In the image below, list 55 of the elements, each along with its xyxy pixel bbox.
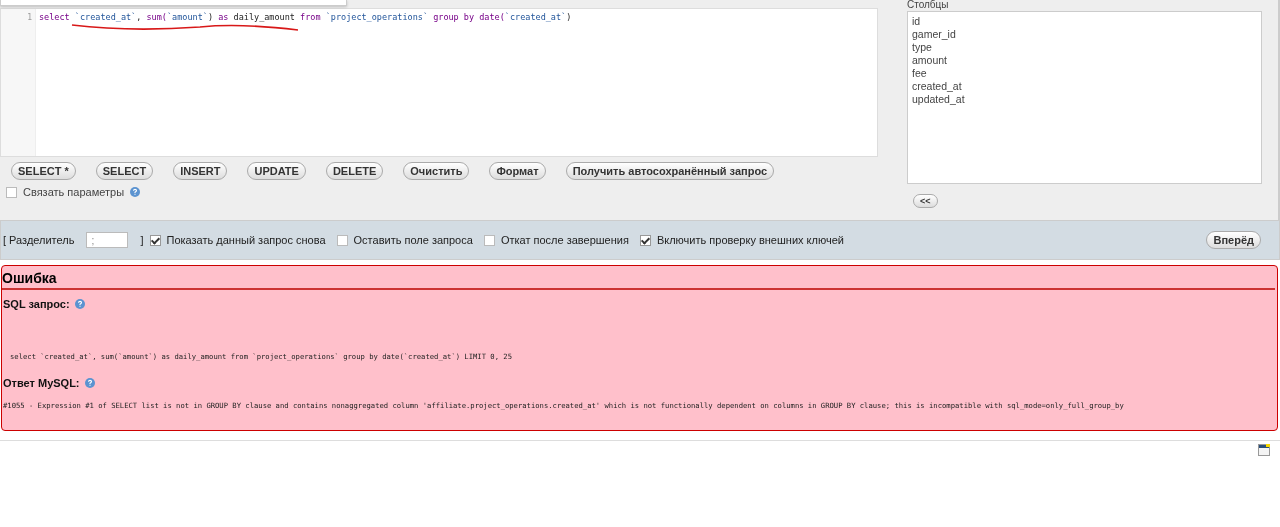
help-icon[interactable]	[130, 187, 141, 197]
line-number: 1	[27, 13, 32, 22]
section-label: SQL запрос:	[3, 298, 70, 310]
checkbox[interactable]	[6, 186, 17, 198]
code-token: from	[300, 12, 322, 22]
checkbox[interactable]	[483, 234, 495, 246]
query-button[interactable]: Формат	[489, 162, 546, 180]
help-icon[interactable]	[74, 299, 85, 309]
column-item[interactable]: created_at	[912, 80, 1257, 93]
go-button[interactable]: Вперёд	[1206, 231, 1261, 249]
code-token: daily_amount	[233, 12, 296, 22]
query-button[interactable]: SELECT	[95, 162, 154, 180]
checkbox-label: Откат после завершения	[500, 234, 629, 246]
delimiter-field[interactable]: ;	[86, 232, 129, 248]
query-button[interactable]: INSERT	[173, 162, 228, 180]
checkbox[interactable]	[149, 234, 161, 246]
column-item[interactable]: fee	[912, 67, 1257, 80]
code-token: group by	[432, 12, 476, 22]
code-token: select	[39, 12, 71, 22]
checkbox-label: Включить проверку внешних ключей	[656, 234, 844, 246]
code-token: `created_at`	[504, 12, 567, 22]
column-item[interactable]: updated_at	[912, 93, 1257, 106]
error-title: Ошибка	[2, 266, 1275, 290]
checkbox-label: Оставить поле запроса	[353, 234, 473, 246]
code-token: )	[566, 12, 572, 22]
code-token: `amount`	[167, 12, 208, 22]
query-button[interactable]: SELECT *	[11, 162, 76, 180]
delimiter-label: [ Разделитель	[3, 234, 75, 246]
sql-editor[interactable]: 1 select `created_at`, sum(`amount`) as daily_amount from `project_operations` group by date(`created_at`)	[0, 8, 878, 157]
insert-column-button[interactable]: <<	[913, 194, 938, 208]
columns-list[interactable]: id gamer_id type amount fee created_at updated_at	[907, 11, 1262, 184]
code-token: date(	[479, 12, 505, 22]
checkbox[interactable]	[639, 234, 651, 246]
column-item[interactable]: gamer_id	[912, 28, 1257, 41]
column-item[interactable]: amount	[912, 54, 1257, 67]
checkbox[interactable]	[336, 234, 348, 246]
query-button[interactable]: Получить автосохранённый запрос	[565, 162, 775, 180]
code-token: )	[207, 12, 215, 22]
column-item[interactable]: id	[912, 15, 1257, 28]
code-token: `project_operations`	[325, 12, 429, 22]
bracket-text: ]	[140, 234, 144, 246]
query-button[interactable]: DELETE	[325, 162, 384, 180]
section-label: Ответ MySQL:	[3, 377, 80, 389]
column-item[interactable]: type	[912, 41, 1257, 54]
help-icon[interactable]	[84, 378, 95, 388]
code-token: sum(	[146, 12, 167, 22]
query-button[interactable]: UPDATE	[247, 162, 306, 180]
code-token: `created_at`	[74, 12, 137, 22]
columns-label: Столбцы	[907, 0, 950, 9]
code-token: as	[218, 12, 230, 22]
window-icon[interactable]	[1258, 444, 1270, 456]
query-button[interactable]: Очистить	[403, 162, 470, 180]
checkbox-label: Связать параметры	[23, 186, 125, 198]
code-token: ,	[136, 12, 143, 22]
checkbox-label: Показать данный запрос снова	[166, 234, 326, 246]
